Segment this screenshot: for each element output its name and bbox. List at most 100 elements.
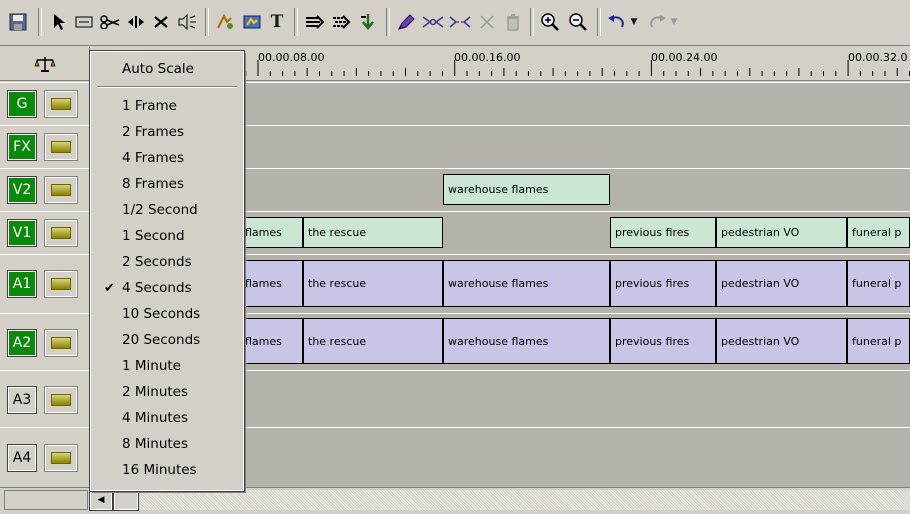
menu-separator <box>97 86 237 88</box>
track-options-icon[interactable] <box>44 90 78 118</box>
track-toggle[interactable]: FX <box>7 133 37 161</box>
menu-item[interactable]: 2 Frames <box>91 120 243 144</box>
clip[interactable]: pedestrian VO <box>716 217 847 248</box>
track-options-icon[interactable] <box>44 444 78 472</box>
transition-right-icon[interactable] <box>302 10 326 34</box>
scale-icon[interactable] <box>0 47 90 81</box>
clip[interactable]: flames <box>240 260 303 307</box>
menu-item-label: 1 Frame <box>122 98 177 114</box>
audio-scrub-icon[interactable] <box>175 10 199 34</box>
scroll-left-arrow-icon[interactable]: ◀ <box>89 489 113 511</box>
clip[interactable]: funeral p <box>847 260 910 307</box>
transition-down-icon[interactable] <box>356 10 380 34</box>
menu-item[interactable]: ✔ 4 Seconds <box>91 276 243 300</box>
redo-dropdown-chevron-icon: ▼ <box>670 17 678 27</box>
menu-item[interactable]: 1 Second <box>91 224 243 248</box>
clip[interactable]: previous fires <box>610 260 716 307</box>
menu-item-label: Auto Scale <box>122 61 194 77</box>
clip[interactable]: pedestrian VO <box>716 260 847 307</box>
menu-item[interactable]: 2 Seconds <box>91 250 243 274</box>
track-header: A2 <box>0 314 91 370</box>
menu-item[interactable]: 10 Seconds <box>91 302 243 326</box>
unlink-clips-icon[interactable] <box>448 10 472 34</box>
track-header: A1 <box>0 255 91 313</box>
link-clips-icon[interactable] <box>421 10 445 34</box>
undo-icon[interactable] <box>605 10 629 34</box>
track-header: V1 <box>0 212 91 254</box>
clip[interactable]: flames <box>240 318 303 364</box>
zoom-scale-menu: Auto Scale 1 Frame 2 Frames 4 Frames 8 Fram… <box>89 50 245 492</box>
trash-icon <box>501 10 525 34</box>
clip[interactable]: the rescue <box>303 217 443 248</box>
track-toggle[interactable]: A2 <box>7 329 37 357</box>
menu-item[interactable]: 8 Minutes <box>91 432 243 456</box>
menu-item-label: 1 Second <box>122 228 185 244</box>
menu-item[interactable]: 1 Minute <box>91 354 243 378</box>
audio-fx-icon[interactable] <box>213 10 237 34</box>
video-fx-icon[interactable] <box>240 10 264 34</box>
track-options-icon[interactable] <box>44 386 78 414</box>
pointer-icon[interactable] <box>48 10 70 34</box>
menu-item[interactable]: 20 Seconds <box>91 328 243 352</box>
clip[interactable]: warehouse flames <box>443 174 610 205</box>
track-header: G <box>0 83 91 125</box>
zoom-in-icon[interactable] <box>538 10 562 34</box>
track-toggle[interactable]: A4 <box>7 444 37 472</box>
transition-dissolve-icon[interactable] <box>329 10 353 34</box>
track-header: A4 <box>0 428 91 487</box>
clip[interactable]: warehouse flames <box>443 318 610 364</box>
clip[interactable]: funeral p <box>847 217 910 248</box>
delete-icon[interactable] <box>150 10 172 34</box>
toolbar-separator <box>294 8 298 36</box>
menu-item[interactable]: 4 Minutes <box>91 406 243 430</box>
menu-item-label: 4 Frames <box>122 150 184 166</box>
track-toggle[interactable]: V1 <box>7 219 37 247</box>
track-toggle[interactable]: V2 <box>7 176 37 204</box>
save-icon[interactable] <box>6 10 30 34</box>
menu-item[interactable]: 16 Minutes <box>91 458 243 482</box>
scroll-thumb[interactable] <box>113 489 139 511</box>
clip[interactable]: pedestrian VO <box>716 318 847 364</box>
clip[interactable]: funeral p <box>847 318 910 364</box>
menu-item-label: 8 Minutes <box>122 436 189 452</box>
ruler-ticks <box>245 60 910 76</box>
track-options-icon[interactable] <box>44 270 78 298</box>
menu-item-label: 10 Seconds <box>122 306 201 322</box>
ripple-edit-icon[interactable] <box>125 10 147 34</box>
menu-item-label: 2 Seconds <box>122 254 192 270</box>
clip[interactable]: previous fires <box>610 318 716 364</box>
redo-icon <box>645 10 669 34</box>
horizontal-scrollbar[interactable]: ◀ <box>0 487 910 514</box>
track-options-icon[interactable] <box>44 133 78 161</box>
menu-item[interactable]: 2 Minutes <box>91 380 243 404</box>
toolbar-separator <box>38 8 42 36</box>
undo-dropdown-chevron-icon[interactable]: ▼ <box>628 10 640 34</box>
zoom-out-icon[interactable] <box>566 10 590 34</box>
track-toggle[interactable]: A1 <box>7 270 37 298</box>
toolbar: T ▼ ▼ <box>0 0 910 46</box>
clip[interactable]: the rescue <box>303 260 443 307</box>
menu-item[interactable]: 1 Frame <box>91 94 243 118</box>
slip-icon[interactable] <box>73 10 95 34</box>
menu-item-label: 2 Minutes <box>122 384 189 400</box>
clip[interactable]: warehouse flames <box>443 260 610 307</box>
clip[interactable]: previous fires <box>610 217 716 248</box>
menu-item-auto-scale[interactable]: Auto Scale <box>91 56 243 82</box>
clip[interactable]: flames <box>240 217 303 248</box>
track-options-icon[interactable] <box>44 219 78 247</box>
track-options-icon[interactable] <box>44 176 78 204</box>
scroll-track[interactable] <box>140 490 910 510</box>
track-toggle[interactable]: A3 <box>7 386 37 414</box>
razor-icon[interactable] <box>98 10 122 34</box>
marker-pen-icon[interactable] <box>394 10 418 34</box>
toolbar-separator <box>205 8 209 36</box>
track-toggle[interactable]: G <box>7 90 37 118</box>
track-options-icon[interactable] <box>44 329 78 357</box>
disabled-delete-icon <box>475 10 499 34</box>
menu-item[interactable]: 8 Frames <box>91 172 243 196</box>
title-text-icon[interactable]: T <box>266 10 288 34</box>
clip[interactable]: the rescue <box>303 318 443 364</box>
checkmark-icon: ✔ <box>104 280 115 296</box>
menu-item[interactable]: 4 Frames <box>91 146 243 170</box>
menu-item[interactable]: 1/2 Second <box>91 198 243 222</box>
